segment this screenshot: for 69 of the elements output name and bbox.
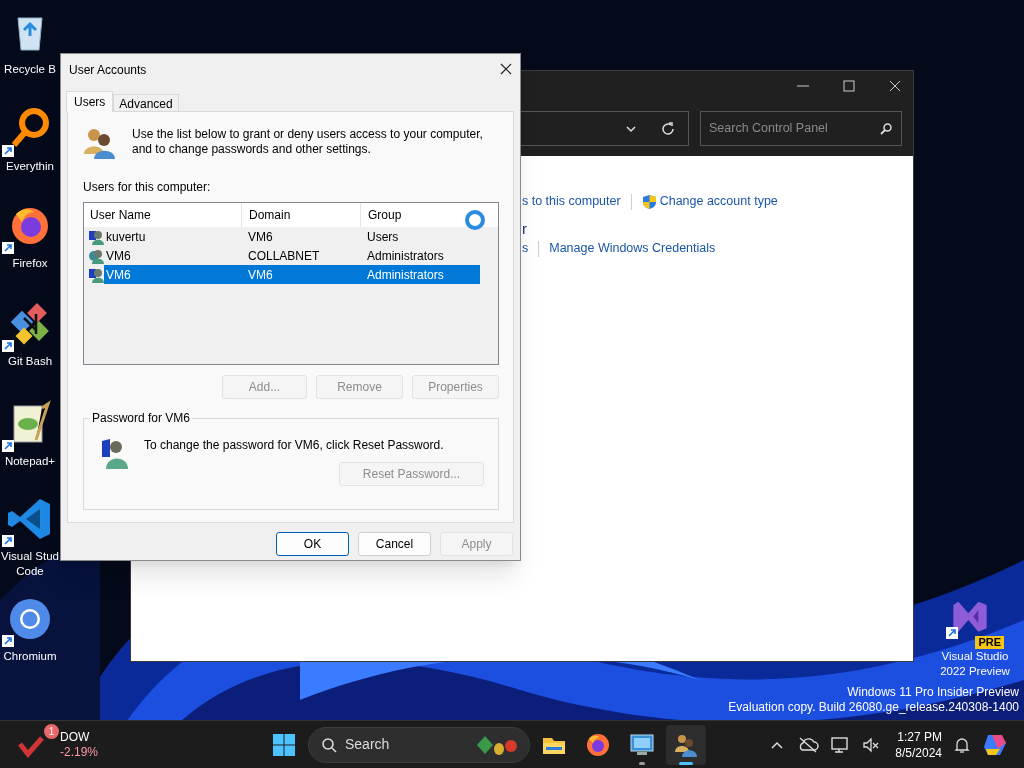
shortcut-arrow-icon xyxy=(946,627,958,639)
table-cell-text: Users xyxy=(366,228,400,246)
window-title: User Accounts xyxy=(69,62,147,79)
link[interactable]: Manage Windows Credentials xyxy=(549,240,716,257)
browser-icon xyxy=(585,731,611,758)
clock[interactable]: 1:27 PM 8/5/2024 xyxy=(895,728,942,761)
column-header[interactable]: Group xyxy=(361,203,498,227)
shortcut-arrow-icon xyxy=(2,440,14,452)
shortcut-arrow-icon xyxy=(2,635,14,647)
search-box[interactable]: Search xyxy=(308,726,530,763)
user-icon xyxy=(88,228,104,245)
search-icon[interactable] xyxy=(879,121,893,136)
busy-cursor-icon xyxy=(464,209,486,231)
list-label: Users for this computer: xyxy=(83,179,212,196)
table-cell-text: VM6 xyxy=(247,228,274,246)
desktop-icon-label[interactable]: Recycle B xyxy=(4,62,56,77)
desktop-icon-label[interactable]: Chromium xyxy=(3,649,57,664)
desktop-icon-label[interactable]: Git Bash xyxy=(7,354,53,369)
password-text: To change the password for VM6, click Reset Password. xyxy=(144,438,444,453)
refresh-icon[interactable] xyxy=(660,120,676,137)
desktop-icon-label[interactable]: Everythin xyxy=(6,159,54,174)
user-icon xyxy=(88,247,104,264)
search-placeholder: Search Control Panel xyxy=(709,120,828,138)
monitor-icon xyxy=(629,731,655,758)
table-cell-text: Administrators xyxy=(366,266,445,284)
desktop-icon-label[interactable]: Visual Stud Code xyxy=(1,549,59,579)
column-header[interactable]: Domain xyxy=(242,203,361,227)
os-watermark-text: Evaluation copy. Build 26080.ge_release.240308-1400 xyxy=(728,700,1019,715)
table-cell-text: kuvertu xyxy=(105,228,147,246)
table-cell-text: VM6 xyxy=(105,266,132,284)
tab[interactable]: Advanced xyxy=(113,94,179,111)
user-icon xyxy=(100,437,130,469)
shield-link[interactable]: Change account type xyxy=(641,193,778,210)
search-field[interactable]: Search Control Panel xyxy=(700,111,902,146)
user-list[interactable]: User Name Domain Group kuvertu VM6 Users VM6 COLLABNET Administrators VM6 VM6 Administrators xyxy=(83,202,499,365)
os-watermark-text: Windows 11 Pro Insider Preview xyxy=(847,685,1019,700)
search-icon xyxy=(321,736,337,753)
table-cell-text: Administrators xyxy=(366,247,445,265)
intro-text: Use the list below to grant or deny users access to your computer, and to change passwords and other settings. xyxy=(132,127,484,157)
users-icon xyxy=(83,126,116,159)
button[interactable]: OK xyxy=(276,532,349,556)
tab[interactable]: Users xyxy=(66,91,114,112)
close-icon[interactable] xyxy=(498,61,514,77)
desktop-icon-label[interactable]: Notepad+ xyxy=(4,454,56,469)
notification-badge: 1 xyxy=(44,723,59,739)
widget-label[interactable]: DOW xyxy=(60,729,99,745)
list-row[interactable]: VM6 COLLABNET Administrators xyxy=(104,246,480,265)
section-heading: r xyxy=(522,219,527,239)
shortcut-arrow-icon xyxy=(2,535,14,547)
shortcut-arrow-icon xyxy=(2,242,14,254)
shortcut-arrow-icon xyxy=(2,145,14,157)
list-row[interactable]: VM6 VM6 Administrators xyxy=(104,265,480,284)
shield-icon xyxy=(641,193,657,210)
link[interactable]: s to this computer xyxy=(522,193,621,210)
button[interactable]: Cancel xyxy=(358,532,431,556)
widget-value: -2.19% xyxy=(60,744,99,760)
user-icon xyxy=(88,266,104,283)
preview-badge: PRE xyxy=(975,636,1004,649)
desktop-icon-label[interactable]: Firefox xyxy=(12,256,48,271)
table-cell-text: VM6 xyxy=(105,247,132,265)
table-cell-text: VM6 xyxy=(247,266,274,284)
shortcut-arrow-icon xyxy=(2,340,14,352)
windows-logo-icon xyxy=(272,732,296,757)
link[interactable]: s xyxy=(522,240,529,257)
taskbar-app[interactable] xyxy=(666,724,706,765)
table-cell-text: COLLABNET xyxy=(247,247,321,265)
list-row[interactable]: kuvertu VM6 Users xyxy=(104,227,480,246)
desktop-icon-label[interactable]: Visual Studio 2022 Preview xyxy=(940,649,1010,679)
column-header[interactable]: User Name xyxy=(84,203,242,227)
